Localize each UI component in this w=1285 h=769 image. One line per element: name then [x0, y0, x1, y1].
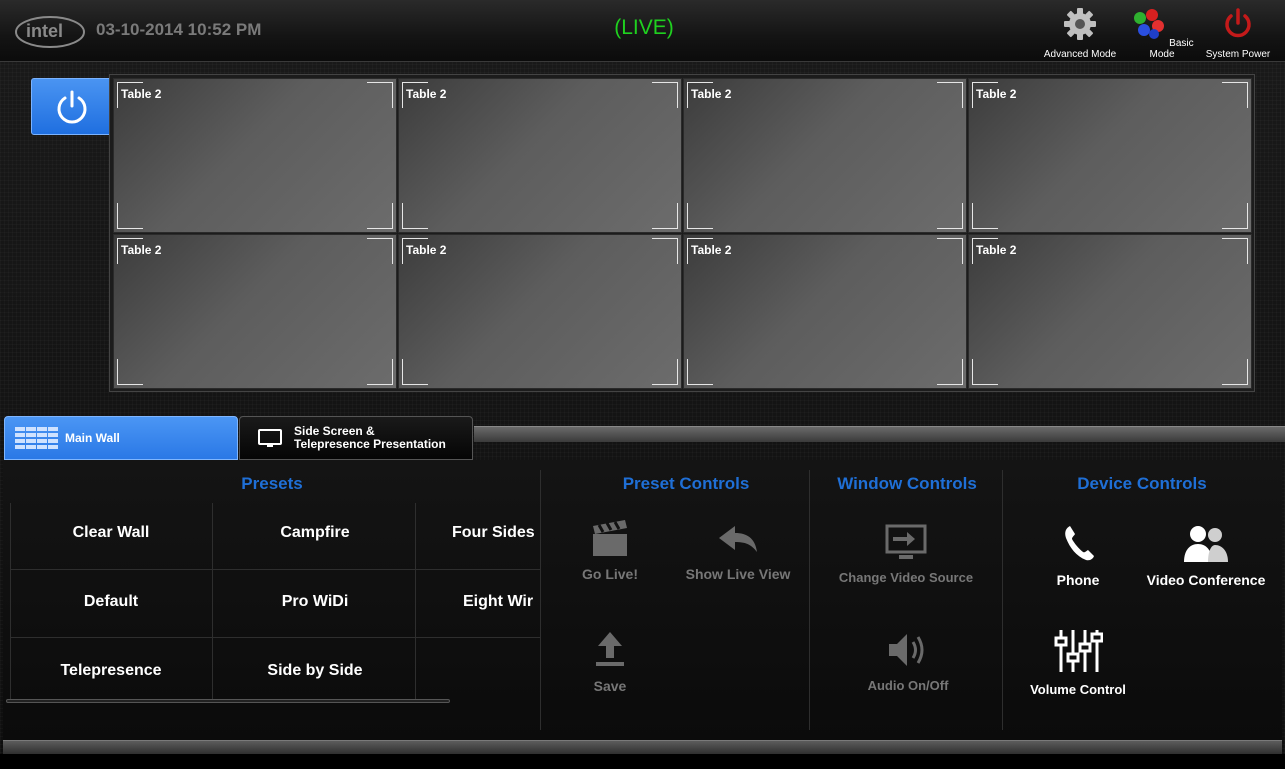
preset-controls-title: Preset Controls: [622, 474, 750, 493]
advanced-mode-button[interactable]: Advanced Mode: [1040, 6, 1120, 60]
speaker-icon: [889, 634, 924, 666]
wall-cell[interactable]: Table 2: [398, 78, 682, 233]
window-controls-title: Window Controls: [837, 474, 977, 493]
tab-bar-track: [474, 426, 1285, 442]
video-wall-preview: Table 2 Table 2 Table 2 Table 2 Table 2 …: [109, 74, 1255, 392]
preset-grid-line: [10, 637, 540, 638]
preset-telepresence[interactable]: Telepresence: [11, 639, 211, 703]
wall-cell[interactable]: Table 2: [113, 78, 397, 233]
datetime-display: 03-10-2014 10:52 PM: [96, 20, 262, 39]
svg-text:intel: intel: [26, 21, 63, 41]
audio-toggle-button[interactable]: Audio On/Off: [846, 630, 970, 693]
preset-pro-widi[interactable]: Pro WiDi: [215, 570, 415, 634]
go-live-label: Go Live!: [581, 566, 638, 582]
wall-cell[interactable]: Table 2: [968, 234, 1252, 389]
upload-icon: [596, 632, 624, 666]
video-conference-label: Video Conference: [1146, 572, 1266, 588]
volume-control-button[interactable]: Volume Control: [1026, 628, 1130, 697]
clapperboard-icon: [593, 520, 627, 556]
presets-title: Presets: [241, 474, 303, 493]
people-icon: [1184, 526, 1228, 562]
presets-scrollbar[interactable]: [6, 699, 450, 703]
tab-main-wall-label: Main Wall: [65, 431, 120, 445]
power-icon: [57, 90, 87, 124]
wall-power-button[interactable]: [31, 78, 111, 135]
phone-icon: [1065, 526, 1094, 561]
preset-grid-line: [415, 503, 416, 701]
power-icon: [1225, 8, 1251, 38]
audio-label: Audio On/Off: [867, 678, 949, 693]
wall-cell[interactable]: Table 2: [683, 234, 967, 389]
tab-side-screen-label: Side Screen & Telepresence Presentation: [294, 425, 446, 451]
preset-side-by-side[interactable]: Side by Side: [215, 639, 415, 703]
grid-wall-icon: [15, 427, 58, 449]
bottom-bar: [3, 740, 1282, 754]
preset-grid-line: [212, 503, 213, 701]
monitor-icon: [258, 429, 282, 447]
video-conference-button[interactable]: Video Conference: [1144, 522, 1268, 588]
gear-icon: [1064, 8, 1096, 40]
video-source-icon: [885, 524, 927, 559]
live-status: (LIVE): [614, 16, 674, 39]
header-bar: intel 03-10-2014 10:52 PM (LIVE) Advance…: [0, 0, 1285, 62]
section-divider: [540, 470, 541, 730]
save-button[interactable]: Save: [570, 628, 650, 694]
section-divider: [809, 470, 810, 730]
tab-main-wall[interactable]: Main Wall: [4, 416, 238, 460]
preset-eight-windows[interactable]: Eight Wir: [432, 570, 533, 634]
show-live-view-label: Show Live View: [685, 566, 791, 582]
preset-four-sides[interactable]: Four Sides: [432, 501, 540, 565]
color-balls-icon: [1134, 9, 1165, 39]
phone-label: Phone: [1056, 572, 1100, 588]
go-live-button[interactable]: Go Live!: [565, 518, 655, 582]
wall-cell[interactable]: Table 2: [968, 78, 1252, 233]
advanced-mode-label: Advanced Mode: [1043, 49, 1117, 60]
device-controls-title: Device Controls: [1077, 474, 1207, 493]
preset-default[interactable]: Default: [11, 570, 211, 634]
preset-clear-wall[interactable]: Clear Wall: [11, 501, 211, 565]
phone-button[interactable]: Phone: [1038, 522, 1118, 588]
tab-side-label-line2: Telepresence Presentation: [294, 437, 446, 451]
wall-cell[interactable]: Table 2: [113, 234, 397, 389]
basic-mode-button[interactable]: Basic Mode: [1130, 6, 1194, 60]
change-video-source-button[interactable]: Change Video Source: [826, 524, 986, 585]
section-divider: [1002, 470, 1003, 730]
footer: [0, 754, 1285, 769]
tab-side-screen[interactable]: Side Screen & Telepresence Presentation: [239, 416, 473, 460]
preset-campfire[interactable]: Campfire: [215, 501, 415, 565]
back-arrow-icon: [719, 526, 757, 552]
system-power-label: System Power: [1205, 49, 1271, 60]
wall-cell[interactable]: Table 2: [398, 234, 682, 389]
system-power-button[interactable]: System Power: [1202, 6, 1274, 60]
wall-cell[interactable]: Table 2: [683, 78, 967, 233]
mixer-sliders-icon: [1054, 630, 1103, 672]
volume-control-label: Volume Control: [1030, 682, 1126, 697]
show-live-view-button[interactable]: Show Live View: [676, 524, 800, 582]
change-video-source-label: Change Video Source: [838, 570, 974, 585]
intel-logo: intel: [15, 16, 85, 48]
save-label: Save: [593, 678, 627, 694]
